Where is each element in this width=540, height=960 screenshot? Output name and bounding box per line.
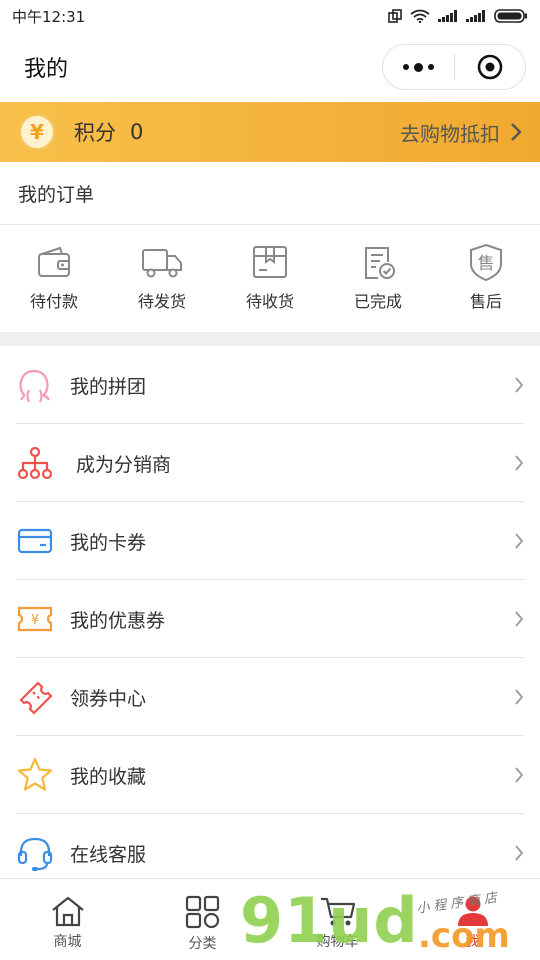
package-icon	[253, 246, 287, 278]
ticket-icon	[19, 681, 53, 715]
wifi-icon	[410, 9, 430, 23]
mini-program-capsule	[382, 44, 526, 90]
order-completed[interactable]: 已完成	[324, 226, 432, 332]
chevron-right-icon	[515, 377, 524, 393]
document-check-icon	[365, 247, 395, 279]
tab-mall[interactable]: 商城	[0, 879, 135, 960]
tab-me-label: 我	[465, 934, 480, 950]
menu-item-my-cards[interactable]: 我的卡券	[0, 502, 540, 580]
menu-label-customer-service: 在线客服	[70, 843, 147, 866]
tab-category[interactable]: 分类	[135, 879, 270, 960]
home-icon	[51, 896, 84, 927]
chevron-right-icon	[515, 845, 524, 861]
headset-icon	[17, 837, 53, 871]
points-label: 积分	[74, 121, 116, 145]
orders-section-title[interactable]: 我的订单	[0, 162, 540, 225]
menu-label-favorites: 我的收藏	[70, 765, 147, 788]
more-button[interactable]	[383, 45, 454, 89]
close-mini-program-button[interactable]	[455, 45, 526, 89]
menu-item-coupon-center[interactable]: 领券中心	[0, 658, 540, 736]
signal-icon	[438, 10, 457, 22]
chevron-right-icon	[515, 689, 524, 705]
distribution-network-icon	[17, 446, 53, 480]
order-pending-shipment-label: 待发货	[137, 292, 186, 311]
tab-cart-label: 购物车	[316, 934, 359, 950]
chevron-right-icon	[511, 123, 522, 141]
chevron-right-icon	[515, 611, 524, 627]
orders-title: 我的订单	[18, 183, 95, 206]
target-close-icon	[477, 54, 503, 80]
redeem-points-link[interactable]: 去购物抵扣	[400, 118, 522, 147]
section-gap	[0, 332, 540, 346]
menu-label-coupon-center: 领券中心	[70, 687, 147, 710]
profile-icon	[457, 896, 488, 926]
status-icons	[388, 9, 528, 23]
order-after-sale[interactable]: 售 售后	[432, 226, 540, 332]
battery-icon	[494, 9, 527, 23]
order-status-row: 待付款 待发货 待收货 已完成 售 售后	[0, 226, 540, 332]
cart-icon	[320, 897, 355, 926]
truck-icon	[142, 249, 182, 278]
nav-bar: 我的	[0, 32, 540, 102]
chevron-right-icon	[515, 455, 524, 471]
chevron-right-icon	[515, 767, 524, 783]
order-pending-payment-label: 待付款	[29, 292, 78, 311]
wallet-icon	[38, 246, 70, 277]
page-title: 我的	[24, 57, 69, 82]
menu-item-my-coupons[interactable]: ¥ 我的优惠券	[0, 580, 540, 658]
card-icon	[17, 528, 53, 554]
coupon-icon: ¥	[17, 606, 53, 632]
order-completed-label: 已完成	[353, 292, 402, 311]
menu-list: 我的拼团 成为分销商 我的卡券 ¥ 我的优惠券 领券中心 我的收藏 在线客服	[0, 346, 540, 892]
status-bar: 中午12:31	[0, 0, 540, 32]
coin-icon: ¥	[18, 113, 56, 151]
status-time: 中午12:31	[12, 7, 86, 26]
points-bar[interactable]: ¥ 积分 0 去购物抵扣	[0, 102, 540, 162]
svg-text:售: 售	[478, 254, 495, 274]
order-pending-payment[interactable]: 待付款	[0, 226, 108, 332]
menu-label-my-cards: 我的卡券	[70, 531, 147, 554]
screen-rotate-icon	[388, 9, 402, 23]
tab-cart[interactable]: 购物车	[270, 879, 405, 960]
redeem-points-text: 去购物抵扣	[400, 121, 500, 146]
category-grid-icon	[185, 895, 219, 929]
more-dots-icon	[402, 62, 434, 72]
menu-label-group-buy: 我的拼团	[70, 375, 147, 398]
chevron-right-icon	[515, 533, 524, 549]
menu-label-my-coupons: 我的优惠券	[70, 609, 166, 632]
order-pending-receipt-label: 待收货	[245, 292, 294, 311]
menu-item-group-buy[interactable]: 我的拼团	[0, 346, 540, 424]
signal-icon-2	[466, 10, 485, 22]
menu-label-become-distributor: 成为分销商	[76, 453, 172, 476]
star-icon	[17, 757, 53, 791]
svg-text:¥: ¥	[31, 613, 39, 628]
after-sale-shield-icon: 售	[470, 243, 502, 282]
group-buy-icon	[19, 369, 50, 403]
points-value: 0	[130, 120, 144, 144]
order-pending-shipment[interactable]: 待发货	[108, 226, 216, 332]
tab-category-label: 分类	[188, 936, 217, 952]
tab-me[interactable]: 我	[405, 879, 540, 960]
tab-mall-label: 商城	[53, 934, 82, 950]
menu-item-become-distributor[interactable]: 成为分销商	[0, 424, 540, 502]
order-after-sale-label: 售后	[469, 292, 502, 311]
bottom-tab-bar: 商城 分类 购物车 我	[0, 878, 540, 960]
menu-item-favorites[interactable]: 我的收藏	[0, 736, 540, 814]
order-pending-receipt[interactable]: 待收货	[216, 226, 324, 332]
